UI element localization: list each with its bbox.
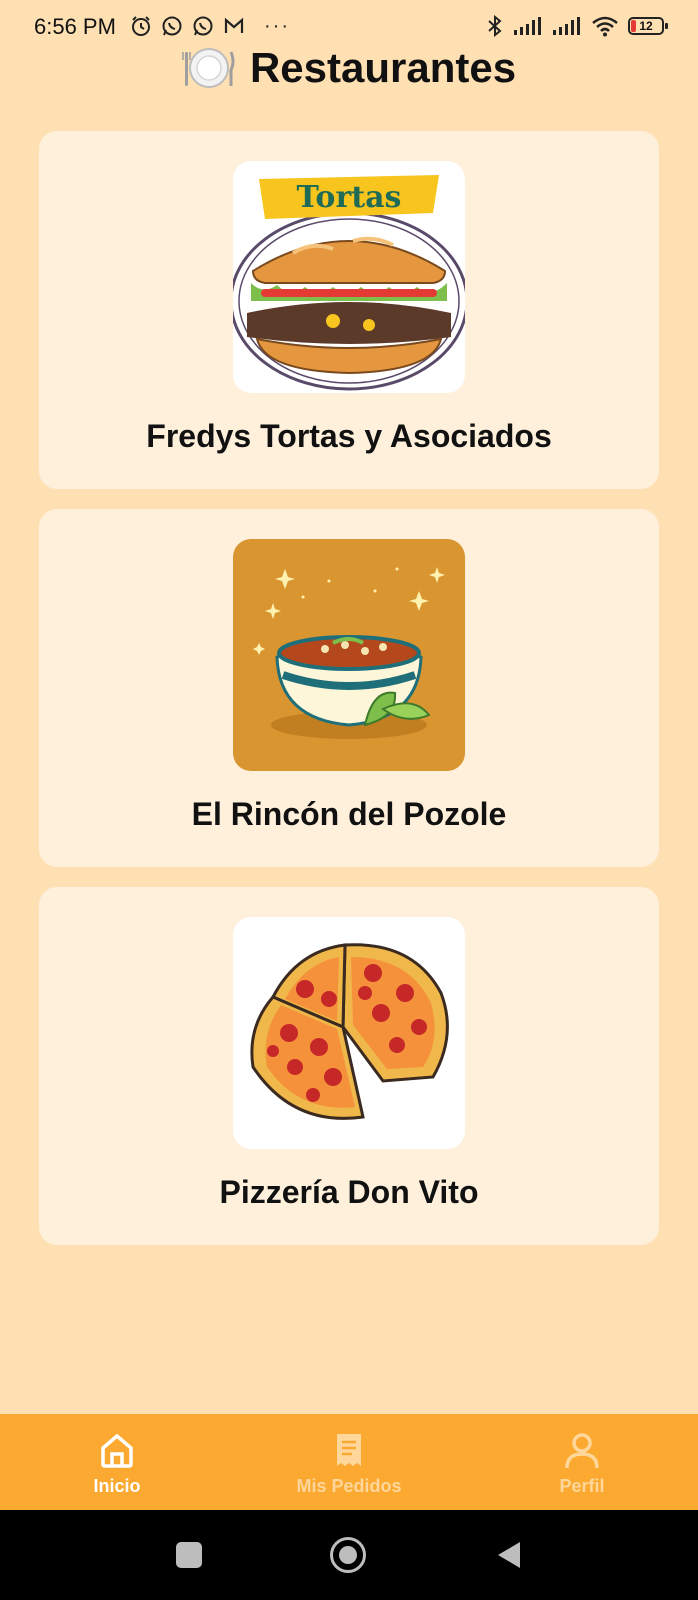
nav-label-inicio: Inicio [93,1476,141,1496]
pepperoni-pizza-image [233,917,465,1149]
home-button[interactable] [330,1537,366,1573]
restaurant-card-pizzeria[interactable]: Pizzería Don Vito [39,887,659,1245]
page-title: Restaurantes [249,44,517,91]
nav-item-inicio[interactable]: Inicio [27,1414,207,1510]
recents-button[interactable] [176,1542,202,1568]
banner-text: Tortas [297,180,402,215]
orders-receipt-icon [337,1434,361,1466]
restaurant-name: El Rincón del Pozole [191,796,507,832]
back-button[interactable] [494,1540,522,1570]
system-navigation-bar [0,1510,698,1600]
nav-label-perfil: Perfil [559,1476,605,1496]
torta-sandwich-image: Tortas [233,161,465,393]
nav-label-mis-pedidos: Mis Pedidos [296,1476,402,1496]
whatsapp-icon [162,16,182,36]
bluetooth-icon [488,14,502,38]
nav-item-mis-pedidos[interactable]: Mis Pedidos [259,1414,439,1510]
nav-item-perfil[interactable]: Perfil [492,1414,672,1510]
pozole-bowl-image [233,539,465,771]
battery-level: 12 [639,19,653,33]
restaurant-name: Fredys Tortas y Asociados [146,418,552,454]
plate-utensils-icon [182,48,235,88]
restaurant-card-fredys[interactable]: Tortas Fredys Tortas y Asociados [39,131,659,489]
person-icon [565,1433,599,1469]
bottom-navigation: Inicio Mis Pedidos Perfil [0,1414,698,1510]
restaurant-name: Pizzería Don Vito [219,1174,479,1210]
page-header: Restaurantes [0,44,698,92]
battery-icon: 12 [628,17,668,35]
signal-icon [514,17,541,35]
home-icon [101,1434,133,1468]
notification-icons: ··· [130,14,290,38]
whatsapp-business-icon [193,16,213,36]
alarm-icon [132,16,150,36]
status-time: 6:56 PM [34,14,116,39]
restaurant-card-pozole[interactable]: El Rincón del Pozole [39,509,659,867]
signal-icon [553,17,580,35]
gmail-icon [224,17,244,33]
wifi-icon [592,16,618,37]
system-icons: 12 [486,13,668,39]
more-dots-icon: ··· [264,14,290,37]
